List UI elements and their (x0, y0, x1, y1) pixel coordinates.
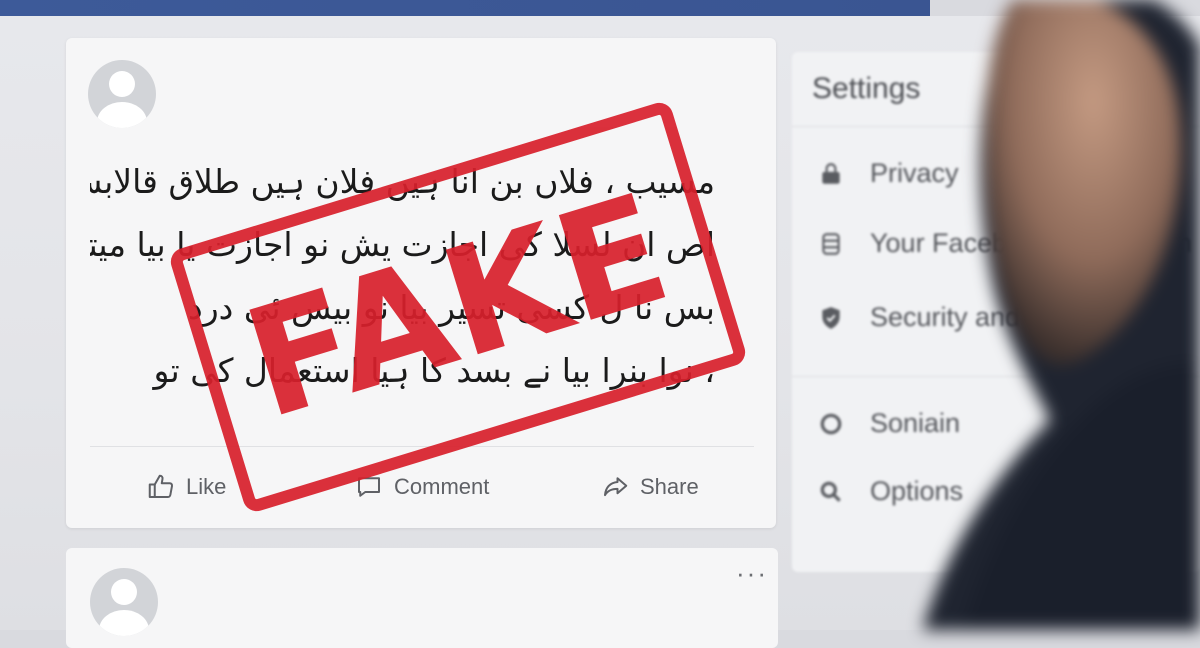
sidebar-item-label: Soniain (870, 408, 961, 438)
share-button[interactable]: Share (600, 472, 699, 502)
sidebar-item-security-and-login[interactable]: Security and login (818, 302, 1085, 333)
sidebar-item-label: Security and login (870, 302, 1085, 332)
sidebar-item-your-facebook-information[interactable]: Your Facebook information (818, 228, 1192, 259)
circle-icon (820, 413, 842, 434)
avatar[interactable] (88, 60, 156, 128)
shield-icon (822, 306, 840, 329)
avatar-head-shape (111, 579, 137, 605)
sidebar-item-label: Privacy (870, 158, 959, 188)
avatar-body-shape (99, 610, 149, 636)
sidebar-item-soniain[interactable]: Soniain (818, 408, 960, 439)
sidebar-divider (792, 126, 1200, 127)
settings-sidebar: Settings Privacy Your Facebook informati… (792, 52, 1200, 572)
comment-label: Comment (394, 474, 490, 499)
database-icon (822, 232, 840, 255)
comment-button[interactable]: Comment (354, 472, 489, 502)
more-options-button[interactable]: ··· (736, 558, 768, 589)
avatar[interactable] (90, 568, 158, 636)
sidebar-item-label: Your Facebook information (870, 228, 1192, 258)
share-label: Share (640, 474, 699, 499)
sidebar-item-options[interactable]: Options (818, 476, 963, 507)
sidebar-divider (792, 376, 1200, 377)
sidebar-title: Settings (812, 72, 921, 105)
like-button[interactable]: Like (146, 472, 226, 502)
thumbs-up-icon (148, 474, 174, 498)
avatar-body-shape (97, 102, 147, 128)
sidebar-item-label: Options (870, 476, 964, 506)
share-arrow-icon (604, 477, 628, 497)
top-navigation-bar (0, 0, 930, 16)
like-label: Like (186, 474, 227, 499)
search-icon (820, 481, 841, 502)
avatar-head-shape (109, 71, 135, 97)
post-card (66, 548, 778, 648)
lock-icon (822, 162, 840, 184)
sidebar-item-privacy[interactable]: Privacy (818, 158, 959, 189)
